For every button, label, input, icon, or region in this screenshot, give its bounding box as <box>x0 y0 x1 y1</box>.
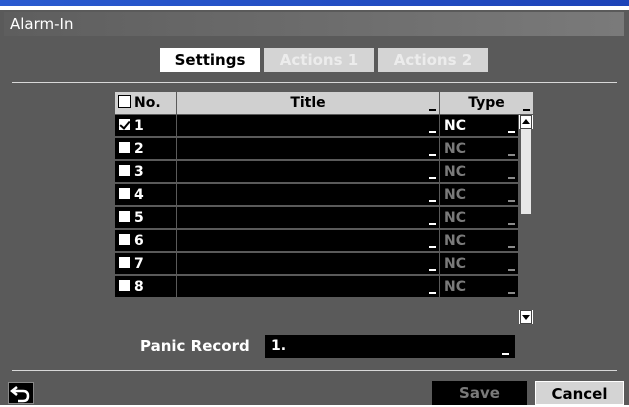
dropdown-marker-icon <box>508 292 515 294</box>
scroll-up-button[interactable] <box>520 115 532 129</box>
row-type-value: NC <box>444 210 466 226</box>
scroll-thumb[interactable] <box>521 129 531 214</box>
sort-indicator-icon <box>523 109 530 111</box>
row-type-select[interactable]: NC <box>440 115 519 137</box>
arrow-up-icon <box>522 119 530 124</box>
row-checkbox[interactable] <box>118 210 131 223</box>
back-button[interactable] <box>8 382 34 404</box>
row-number: 2 <box>134 141 144 157</box>
arrow-down-icon <box>522 315 530 320</box>
dropdown-marker-icon <box>508 223 515 225</box>
save-button[interactable]: Save <box>432 381 527 405</box>
row-type-select[interactable]: NC <box>440 230 519 252</box>
row-type-value: NC <box>444 256 466 272</box>
header-title[interactable]: Title <box>177 92 440 114</box>
row-checkbox[interactable] <box>118 187 131 200</box>
row-type-select[interactable]: NC <box>440 138 519 160</box>
row-type-select[interactable]: NC <box>440 276 519 298</box>
header-no-label: No. <box>134 95 161 111</box>
edit-marker-icon <box>429 131 436 133</box>
panic-record-select[interactable]: 1. <box>265 335 515 358</box>
row-title-field[interactable] <box>177 207 440 229</box>
row-type-value: NC <box>444 164 466 180</box>
row-checkbox[interactable] <box>118 279 131 292</box>
edit-marker-icon <box>429 269 436 271</box>
row-type-value: NC <box>444 141 466 157</box>
row-number: 8 <box>134 279 144 295</box>
header-no[interactable]: No. <box>115 92 177 114</box>
row-title-field[interactable] <box>177 184 440 206</box>
row-title-field[interactable] <box>177 230 440 252</box>
header-title-label: Title <box>290 95 326 111</box>
row-type-value: NC <box>444 279 466 295</box>
row-no[interactable]: 6 <box>115 230 177 252</box>
row-title-field[interactable] <box>177 138 440 160</box>
row-number: 3 <box>134 164 144 180</box>
window-title: Alarm-In <box>10 15 74 33</box>
row-checkbox[interactable] <box>118 256 131 269</box>
dropdown-marker-icon <box>508 177 515 179</box>
row-number: 1 <box>134 118 144 134</box>
edit-marker-icon <box>429 154 436 156</box>
row-no[interactable]: 3 <box>115 161 177 183</box>
scroll-down-button[interactable] <box>520 310 532 324</box>
sort-indicator-icon <box>429 109 436 111</box>
edit-marker-icon <box>429 223 436 225</box>
row-checkbox[interactable] <box>118 233 131 246</box>
row-checkbox[interactable] <box>118 164 131 177</box>
header-type[interactable]: Type <box>440 92 534 114</box>
tab-actions-1[interactable]: Actions 1 <box>264 48 374 72</box>
bottom-divider <box>12 370 617 371</box>
dropdown-marker-icon <box>508 200 515 202</box>
dropdown-marker-icon <box>508 154 515 156</box>
row-title-field[interactable] <box>177 253 440 275</box>
window-titlebar: Alarm-In <box>4 12 624 36</box>
dropdown-marker-icon <box>502 353 509 355</box>
row-type-select[interactable]: NC <box>440 184 519 206</box>
back-arrow-icon <box>9 386 30 403</box>
table-scrollbar[interactable] <box>519 115 533 324</box>
row-title-field[interactable] <box>177 115 440 137</box>
row-number: 7 <box>134 256 144 272</box>
edit-marker-icon <box>429 292 436 294</box>
edit-marker-icon <box>429 200 436 202</box>
dropdown-marker-icon <box>508 246 515 248</box>
row-no[interactable]: 8 <box>115 276 177 298</box>
row-checkbox[interactable] <box>118 141 131 154</box>
row-title-field[interactable] <box>177 276 440 298</box>
cancel-button[interactable]: Cancel <box>535 381 624 405</box>
row-no[interactable]: 5 <box>115 207 177 229</box>
select-all-checkbox[interactable] <box>118 95 131 108</box>
row-type-value: NC <box>444 118 466 134</box>
tab-actions-2[interactable]: Actions 2 <box>378 48 488 72</box>
edit-marker-icon <box>429 177 436 179</box>
row-type-select[interactable]: NC <box>440 161 519 183</box>
row-title-field[interactable] <box>177 161 440 183</box>
row-no[interactable]: 2 <box>115 138 177 160</box>
tab-settings[interactable]: Settings <box>160 48 260 72</box>
row-no[interactable]: 7 <box>115 253 177 275</box>
edit-marker-icon <box>429 246 436 248</box>
blue-strip <box>0 0 629 6</box>
row-type-value: NC <box>444 233 466 249</box>
top-blue-border <box>0 0 629 10</box>
tab-divider <box>12 82 617 83</box>
row-type-select[interactable]: NC <box>440 207 519 229</box>
row-no[interactable]: 1 <box>115 115 177 137</box>
dropdown-marker-icon <box>508 131 515 133</box>
row-checkbox[interactable] <box>118 118 131 131</box>
header-type-label: Type <box>468 95 505 111</box>
row-no[interactable]: 4 <box>115 184 177 206</box>
panic-record-label: Panic Record <box>140 337 250 355</box>
row-type-select[interactable]: NC <box>440 253 519 275</box>
dropdown-marker-icon <box>508 269 515 271</box>
row-type-value: NC <box>444 187 466 203</box>
panic-record-value: 1. <box>271 338 287 354</box>
row-number: 4 <box>134 187 144 203</box>
row-number: 5 <box>134 210 144 226</box>
row-number: 6 <box>134 233 144 249</box>
